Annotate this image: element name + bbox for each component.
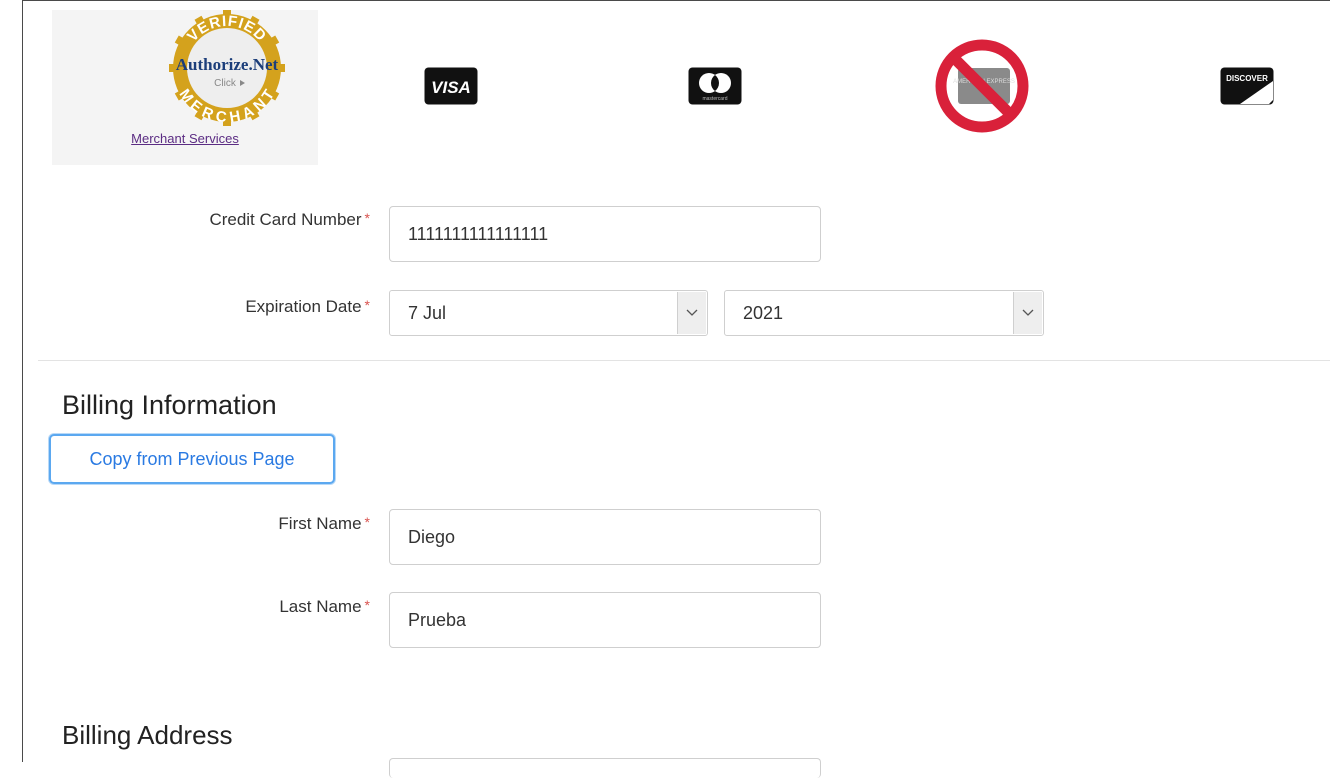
expiration-date-label: Expiration Date * [245, 297, 370, 316]
billing-address-heading: Billing Address [62, 720, 233, 750]
credit-card-number-label: Credit Card Number * [209, 210, 370, 229]
last-name-field[interactable]: Prueba [389, 592, 821, 648]
mastercard-card-icon: mastercard [688, 67, 742, 110]
verified-merchant-seal-icon: VERIFIED MERCHANT Authorize.Net Click [169, 10, 285, 126]
credit-card-number-field[interactable]: 1111111111111111 [389, 206, 821, 262]
last-name-label: Last Name * [279, 597, 370, 616]
billing-information-heading: Billing Information [62, 390, 277, 420]
expiration-month-select[interactable]: 7 Jul [389, 290, 708, 336]
chevron-down-icon[interactable] [1013, 292, 1042, 334]
seal-click-text: Click [214, 78, 237, 89]
american-express-not-accepted-icon: AMERICAN EXPRESS [934, 38, 1030, 139]
first-name-label: First Name * [278, 514, 370, 533]
discover-card-icon: DISCOVER [1220, 67, 1274, 110]
last-name-value: Prueba [408, 609, 467, 630]
expiration-year-select[interactable]: 2021 [724, 290, 1044, 336]
svg-text:VISA: VISA [431, 78, 471, 97]
copy-from-previous-page-button[interactable]: Copy from Previous Page [49, 434, 335, 484]
address-field-partial[interactable] [389, 758, 821, 778]
credit-card-number-value: 1111111111111111 [408, 223, 549, 244]
expiration-month-value: 7 Jul [408, 302, 447, 323]
svg-text:mastercard: mastercard [702, 96, 727, 102]
svg-text:DISCOVER: DISCOVER [1226, 74, 1268, 83]
expiration-year-value: 2021 [743, 302, 784, 323]
first-name-value: Diego [408, 526, 456, 547]
visa-card-icon: VISA [424, 67, 478, 110]
first-name-field[interactable]: Diego [389, 509, 821, 565]
seal-brand-text: Authorize.Net [176, 55, 279, 74]
chevron-down-icon[interactable] [677, 292, 706, 334]
section-divider [38, 360, 1330, 361]
merchant-services-link[interactable]: Merchant Services [52, 131, 318, 146]
authorize-net-seal[interactable]: VERIFIED MERCHANT Authorize.Net Click Me… [52, 10, 318, 165]
